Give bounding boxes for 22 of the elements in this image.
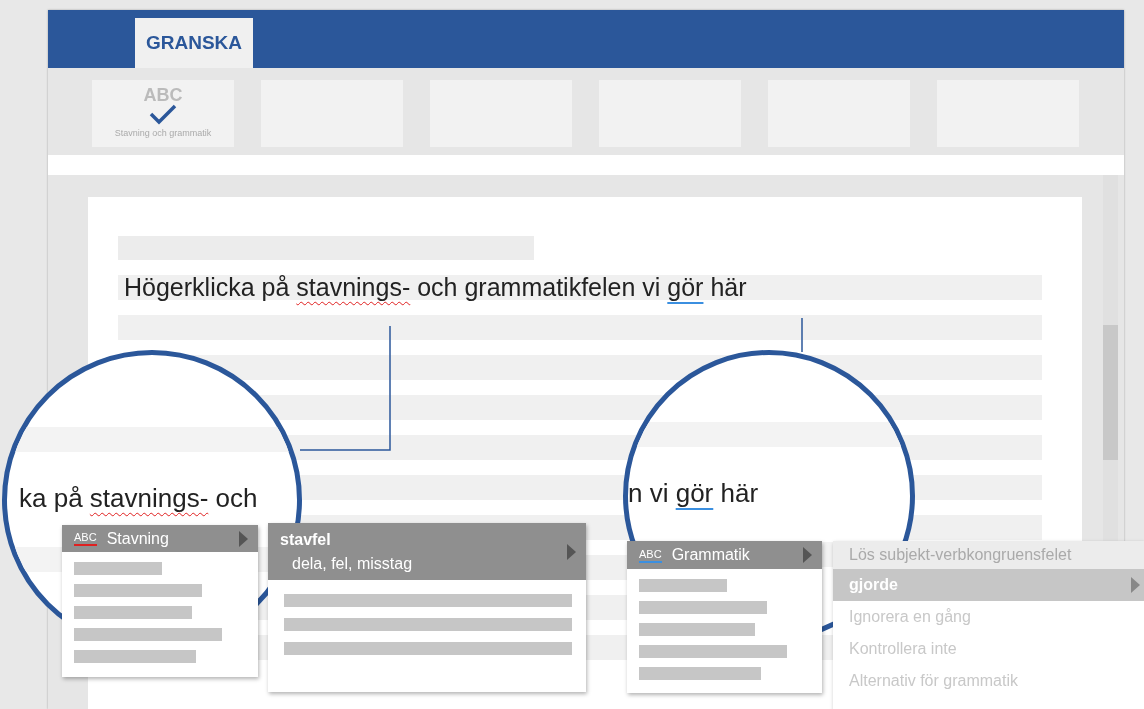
submenu-arrow-icon [1131, 577, 1140, 593]
menu-item[interactable]: ABC Stavning [62, 525, 258, 552]
magnified-text: ka på stavnings- och [19, 483, 258, 515]
menu-item[interactable]: ABC Grammatik [627, 541, 822, 569]
menu-item[interactable]: Lös subjekt-verbkongruensfelet [833, 541, 1144, 569]
abc-label: ABC [639, 547, 662, 563]
menu-label: Grammatik [671, 546, 751, 564]
ribbon-tab[interactable]: GRANSKA [135, 18, 253, 68]
magnified-text: n vi gör här [628, 478, 759, 510]
suggestion-text: stavfel [280, 530, 331, 549]
scroll-thumb[interactable] [1103, 325, 1118, 460]
check-icon [149, 104, 177, 126]
leader-line [801, 317, 803, 353]
menu-item[interactable]: stavfel dela, fel, misstag [268, 523, 586, 580]
submenu-arrow-icon [803, 547, 812, 563]
submenu-arrow-icon [239, 530, 248, 547]
abc-label: ABC [74, 531, 97, 546]
submenu-arrow-icon [567, 543, 576, 560]
menu-label: Stavning [106, 529, 170, 548]
menu-item[interactable]: gjorde [833, 569, 1144, 601]
synonyms-text: dela, fel, misstag [291, 554, 413, 573]
sentence: Högerklicka på stavnings- och grammatikfelen vi gör här [118, 275, 1042, 300]
